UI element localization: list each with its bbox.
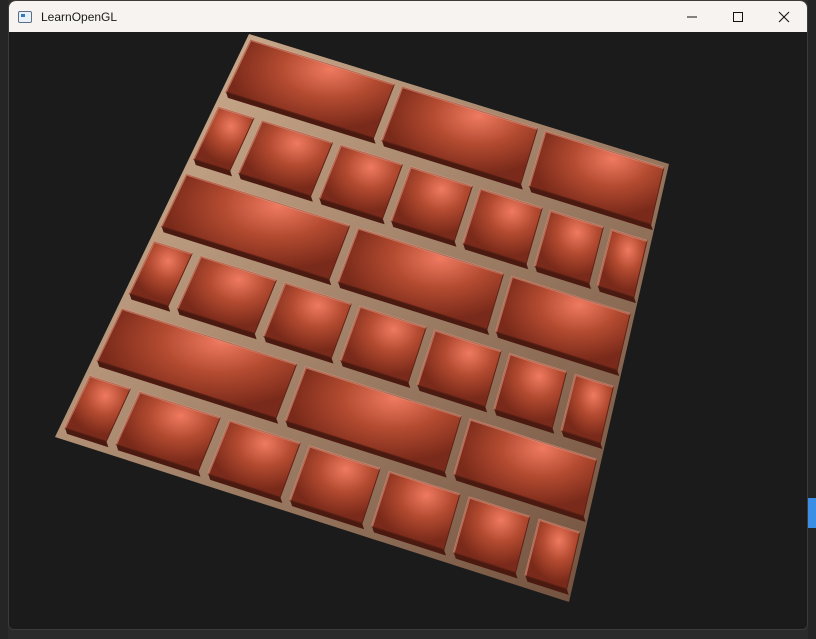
window-title: LearnOpenGL: [41, 9, 118, 24]
app-icon: [18, 10, 32, 23]
maximize-button[interactable]: [715, 1, 761, 32]
title-bar[interactable]: LearnOpenGL: [9, 1, 807, 32]
app-window: LearnOpenGL: [8, 0, 808, 630]
opengl-viewport[interactable]: [9, 32, 807, 629]
minimize-icon: [687, 16, 697, 17]
background-accent-button: [808, 498, 816, 528]
window-controls: [669, 1, 807, 32]
close-icon: [778, 11, 790, 22]
brick-wall-render: [55, 34, 669, 602]
background-editor-strip: [0, 0, 8, 639]
close-button[interactable]: [761, 1, 807, 32]
background-editor-strip-right: [808, 0, 816, 639]
maximize-icon: [733, 11, 743, 22]
minimize-button[interactable]: [669, 1, 715, 32]
